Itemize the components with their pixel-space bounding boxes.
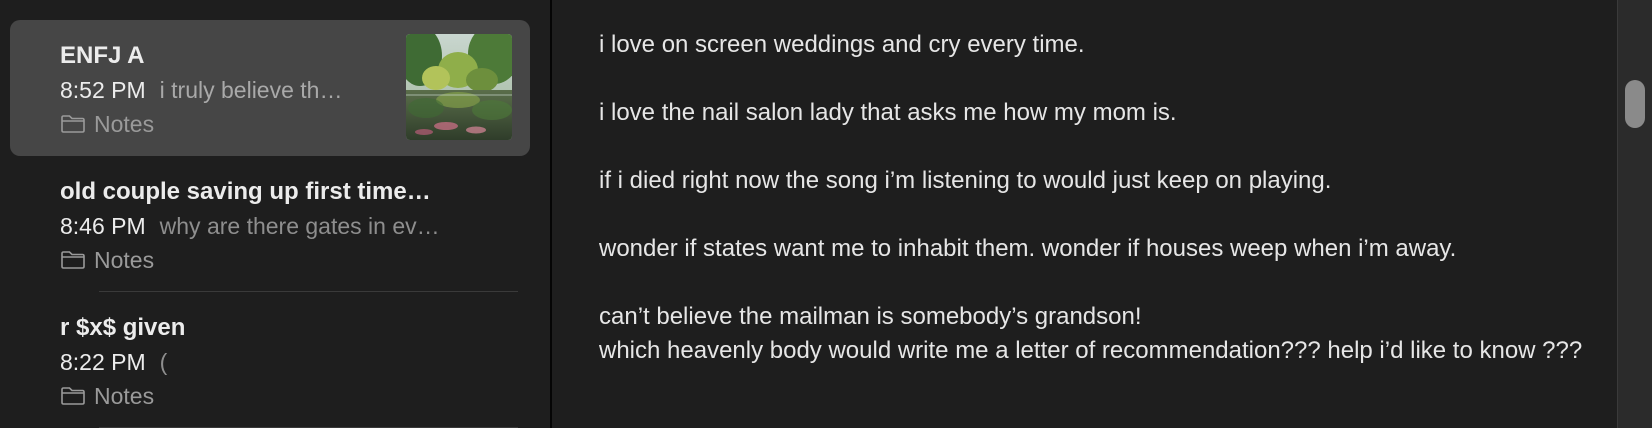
folder-label: Notes: [94, 247, 155, 273]
note-meta: 8:46 PM why are there gates in ev…: [60, 209, 480, 243]
note-line[interactable]: i love the nail salon lady that asks me …: [599, 96, 1652, 130]
note-folder: Notes: [60, 379, 530, 413]
note-folder: Notes: [60, 243, 530, 277]
folder-label: Notes: [94, 111, 155, 137]
note-list-item[interactable]: r $x$ given 8:22 PM ( Notes: [10, 292, 530, 428]
note-title: r $x$ given: [60, 314, 186, 341]
note-preview: i truly believe th…: [159, 77, 343, 103]
note-time: 8:22 PM: [60, 349, 146, 375]
note-preview: why are there gates in ev…: [159, 213, 440, 239]
notes-app-window: ENFJ A 8:52 PMi truly believe th… Notes: [0, 0, 1652, 428]
note-body-text[interactable]: i love on screen weddings and cry every …: [599, 28, 1652, 368]
note-preview: (: [159, 349, 168, 375]
note-editor[interactable]: i love on screen weddings and cry every …: [550, 0, 1652, 428]
note-meta: 8:22 PM (: [60, 345, 480, 379]
editor-scrollbar[interactable]: [1617, 0, 1652, 428]
note-line[interactable]: wonder if states want me to inhabit them…: [599, 232, 1652, 266]
note-line[interactable]: i love on screen weddings and cry every …: [599, 28, 1652, 62]
folder-icon: [61, 387, 85, 405]
note-list-pane: ENFJ A 8:52 PMi truly believe th… Notes: [0, 0, 550, 428]
note-title: old couple saving up first time…: [60, 178, 431, 205]
folder-icon: [61, 115, 85, 133]
note-line[interactable]: which heavenly body would write me a let…: [599, 334, 1652, 368]
note-list-item[interactable]: old couple saving up first time… 8:46 PM…: [10, 156, 530, 292]
note-time: 8:52 PM: [60, 77, 146, 103]
note-list-item-selected[interactable]: ENFJ A 8:52 PM i truly believe th… Notes: [10, 20, 530, 156]
note-time: 8:46 PM: [60, 213, 146, 239]
folder-icon: [61, 251, 85, 269]
pond-landscape-thumbnail: [406, 34, 512, 140]
note-line[interactable]: if i died right now the song i’m listeni…: [599, 164, 1652, 198]
note-line[interactable]: can’t believe the mailman is somebody’s …: [599, 300, 1652, 334]
folder-label: Notes: [94, 383, 155, 409]
scrollbar-thumb[interactable]: [1625, 80, 1645, 128]
